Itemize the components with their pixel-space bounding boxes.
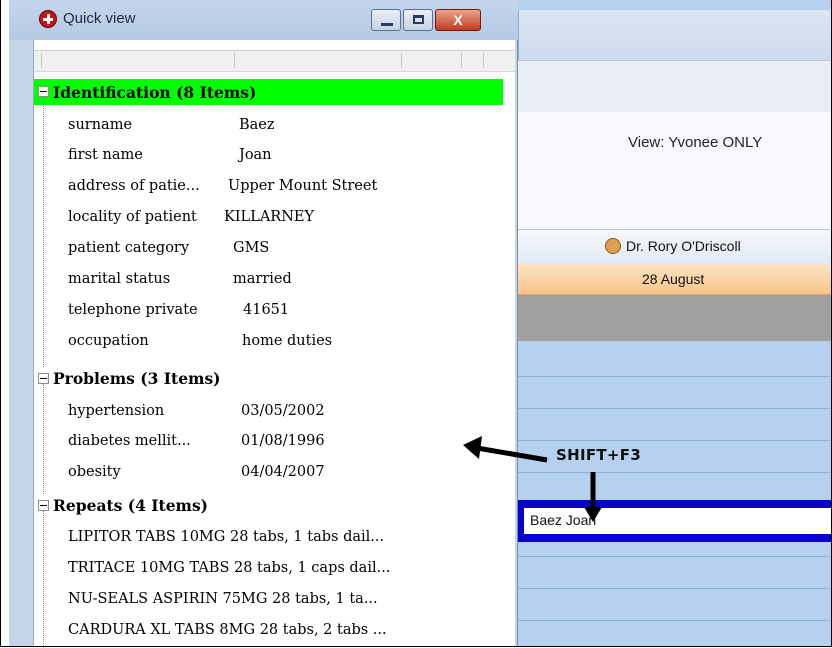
list-item[interactable]: address of patie... Upper Mount Street	[68, 178, 377, 194]
collapse-identification-icon[interactable]	[38, 86, 49, 97]
list-item[interactable]: locality of patient KILLARNEY	[68, 209, 314, 225]
field-label: first name	[68, 147, 143, 163]
quick-view-tree: Identification (8 Items) surname Baez fir…	[33, 40, 515, 646]
doctor-icon	[605, 238, 621, 254]
minimize-button[interactable]	[371, 9, 401, 31]
field-value: Baez	[239, 117, 275, 133]
field-value: Joan	[239, 147, 272, 163]
add-circle-icon	[39, 10, 57, 28]
time-slot-line	[518, 440, 831, 441]
close-button[interactable]: X	[435, 9, 481, 31]
shortcut-annotation: SHIFT+F3	[556, 446, 642, 464]
list-item[interactable]: CARDURA XL TABS 8MG 28 tabs, 2 tabs ...	[68, 622, 387, 638]
tree-line	[43, 97, 45, 367]
field-label: patient category	[68, 240, 190, 256]
minimize-icon	[381, 23, 393, 26]
list-item[interactable]: obesity 04/04/2007	[68, 464, 325, 480]
maximize-icon	[413, 15, 424, 24]
list-item[interactable]: LIPITOR TABS 10MG 28 tabs, 1 tabs dail..…	[68, 529, 384, 545]
column-divider[interactable]	[461, 53, 462, 68]
appointment-patient-name: Baez Joan	[530, 512, 597, 528]
field-value: married	[233, 271, 292, 287]
field-label: hypertension	[68, 403, 165, 419]
time-slot-line	[518, 408, 831, 409]
field-label: surname	[68, 117, 133, 133]
column-divider[interactable]	[483, 53, 484, 68]
section-heading-problems[interactable]: Problems (3 Items)	[53, 369, 221, 388]
date-label: 28 August	[642, 271, 705, 287]
list-item[interactable]: first name Joan	[68, 147, 272, 163]
list-item[interactable]: NU-SEALS ASPIRIN 75MG 28 tabs, 1 ta...	[68, 591, 378, 607]
field-label: locality of patient	[68, 209, 197, 225]
quick-view-titlebar[interactable]: Quick view X	[9, 0, 518, 40]
field-label: obesity	[68, 464, 121, 480]
tree-line	[43, 511, 45, 646]
view-panel: View: Yvonee ONLY	[518, 112, 831, 229]
list-item[interactable]: hypertension 03/05/2002	[68, 403, 325, 419]
screenshot-frame: Quick view X Identification (8 Items) su…	[0, 0, 832, 647]
appointment-book: View: Yvonee ONLY Dr. Rory O'Driscoll 28…	[518, 0, 831, 646]
section-heading-repeats[interactable]: Repeats (4 Items)	[53, 496, 208, 515]
time-slot-line	[518, 588, 831, 589]
list-item[interactable]: patient category GMS	[68, 240, 269, 256]
date-header[interactable]: 28 August	[518, 264, 831, 295]
field-label: address of patie...	[68, 178, 200, 194]
tree-line	[43, 384, 45, 494]
time-slot-line	[518, 472, 831, 473]
section-heading-identification[interactable]: Identification (8 Items)	[53, 83, 256, 102]
list-item[interactable]: marital status married	[68, 271, 292, 287]
close-icon: X	[453, 12, 463, 28]
view-label: View: Yvonee ONLY	[628, 134, 763, 151]
field-value: home duties	[242, 333, 333, 349]
field-value: 03/05/2002	[241, 403, 325, 419]
toolbar-area	[518, 10, 831, 60]
time-slot-line	[518, 556, 831, 557]
toolbar-strip	[518, 60, 831, 114]
doctor-header[interactable]: Dr. Rory O'Driscoll	[518, 229, 831, 265]
field-label: telephone private	[68, 302, 198, 318]
field-value: KILLARNEY	[224, 209, 315, 225]
field-value: 41651	[243, 302, 290, 318]
field-label: diabetes mellit...	[68, 433, 191, 449]
list-item[interactable]: occupation home duties	[68, 333, 332, 349]
doctor-name: Dr. Rory O'Driscoll	[626, 238, 741, 254]
quick-view-window: Quick view X Identification (8 Items) su…	[9, 0, 518, 646]
field-value: 01/08/1996	[241, 433, 325, 449]
time-slot-line	[518, 376, 831, 377]
column-header-bar	[34, 50, 515, 72]
column-divider[interactable]	[234, 53, 235, 68]
appointment-entry[interactable]: Baez Joan	[524, 508, 831, 534]
appointment-slot[interactable]: Baez Joan	[518, 500, 831, 542]
unavailable-block	[518, 295, 831, 341]
time-slot-line	[518, 620, 831, 621]
collapse-problems-icon[interactable]	[38, 373, 49, 384]
maximize-button[interactable]	[403, 9, 433, 31]
list-item[interactable]: diabetes mellit... 01/08/1996	[68, 433, 325, 449]
field-value: 04/04/2007	[241, 464, 325, 480]
window-title: Quick view	[63, 10, 136, 27]
field-value: GMS	[233, 240, 270, 256]
field-label: marital status	[68, 271, 171, 287]
field-value: Upper Mount Street	[228, 178, 378, 194]
collapse-repeats-icon[interactable]	[38, 500, 49, 511]
column-divider[interactable]	[401, 53, 402, 68]
field-label: occupation	[68, 333, 149, 349]
list-item[interactable]: surname Baez	[68, 117, 275, 133]
column-divider[interactable]	[41, 53, 42, 68]
list-item[interactable]: telephone private 41651	[68, 302, 289, 318]
list-item[interactable]: TRITACE 10MG TABS 28 tabs, 1 caps dail..…	[68, 560, 390, 576]
